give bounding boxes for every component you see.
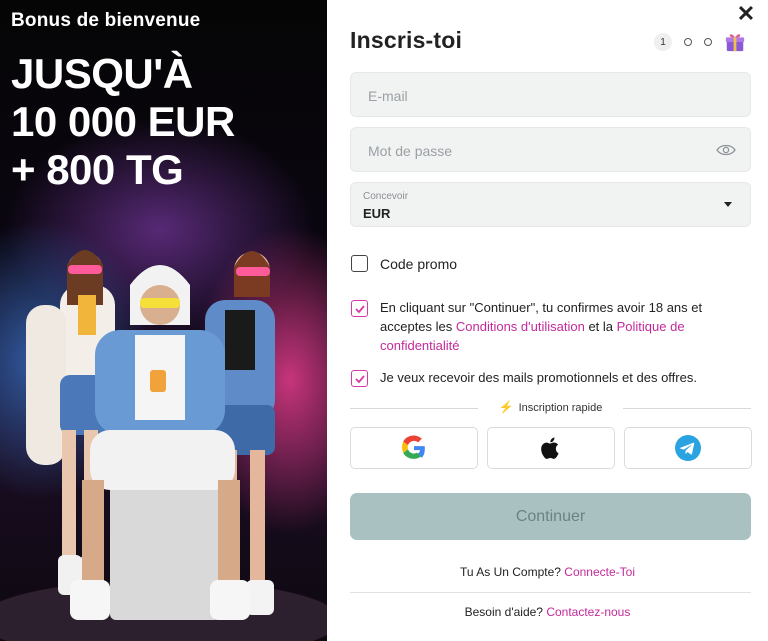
telegram-signup-button[interactable] xyxy=(624,427,752,469)
telegram-icon xyxy=(675,435,701,461)
close-icon[interactable]: ✕ xyxy=(736,3,756,25)
login-link[interactable]: Connecte-Toi xyxy=(564,565,635,579)
apple-icon xyxy=(541,437,559,459)
promo-code-label: Code promo xyxy=(380,256,458,272)
email-field-box xyxy=(350,72,751,118)
quick-signup-label: ⚡ Inscription rapide xyxy=(350,400,751,414)
checkmark-icon xyxy=(354,304,365,313)
apple-signup-button[interactable] xyxy=(487,427,615,469)
help-prompt: Besoin d'aide? Contactez-nous xyxy=(327,605,768,619)
currency-select-label: Concevoir xyxy=(363,191,409,202)
terms-text-middle: et la xyxy=(584,319,617,334)
chevron-down-icon xyxy=(724,202,732,207)
promo-banner: Bonus de bienvenue JUSQU'À 10 000 EUR + … xyxy=(0,0,327,641)
contact-link[interactable]: Contactez-nous xyxy=(546,605,630,619)
currency-select[interactable]: Concevoir EUR xyxy=(350,182,751,227)
google-icon xyxy=(402,435,425,459)
login-prompt-text: Tu As Un Compte? xyxy=(460,565,565,579)
step-3-dot xyxy=(704,38,712,46)
divider-line-right xyxy=(623,408,751,409)
step-2-dot xyxy=(684,38,692,46)
promo-code-checkbox[interactable] xyxy=(351,255,368,272)
promo-headline-line-1: JUSQU'À xyxy=(11,50,193,97)
promo-headline-line-3: + 800 TG xyxy=(11,146,184,193)
lightning-icon: ⚡ xyxy=(498,400,514,414)
eye-icon[interactable] xyxy=(716,142,736,158)
currency-select-value: EUR xyxy=(363,206,391,221)
footer-divider xyxy=(350,592,751,593)
promo-illustration xyxy=(0,250,327,641)
password-input[interactable] xyxy=(366,128,710,173)
continue-button[interactable]: Continuer xyxy=(350,493,751,540)
marketing-checkbox[interactable] xyxy=(351,370,368,387)
google-signup-button[interactable] xyxy=(350,427,478,469)
terms-label: En cliquant sur "Continuer", tu confirme… xyxy=(380,298,755,355)
signup-modal: Bonus de bienvenue JUSQU'À 10 000 EUR + … xyxy=(0,0,768,641)
promo-headline-line-2: 10 000 EUR xyxy=(11,98,235,145)
login-prompt: Tu As Un Compte? Connecte-Toi xyxy=(327,565,768,579)
gift-icon xyxy=(725,34,745,52)
email-input[interactable] xyxy=(366,73,710,118)
step-indicator: 1 xyxy=(654,31,746,53)
checkmark-icon xyxy=(354,374,365,383)
marketing-label: Je veux recevoir des mails promotionnels… xyxy=(380,370,697,385)
form-title: Inscris-toi xyxy=(350,27,463,53)
password-field-box xyxy=(350,127,751,173)
quick-signup-divider: ⚡ Inscription rapide xyxy=(350,399,751,417)
terms-checkbox[interactable] xyxy=(351,300,368,317)
quick-signup-text: Inscription rapide xyxy=(518,402,603,414)
signup-form: ✕ Inscris-toi 1 Concevoir xyxy=(327,0,768,641)
step-1-badge: 1 xyxy=(654,33,672,51)
help-prompt-text: Besoin d'aide? xyxy=(464,605,547,619)
promo-kicker: Bonus de bienvenue xyxy=(11,10,201,31)
terms-of-use-link[interactable]: Conditions d'utilisation xyxy=(456,319,585,334)
